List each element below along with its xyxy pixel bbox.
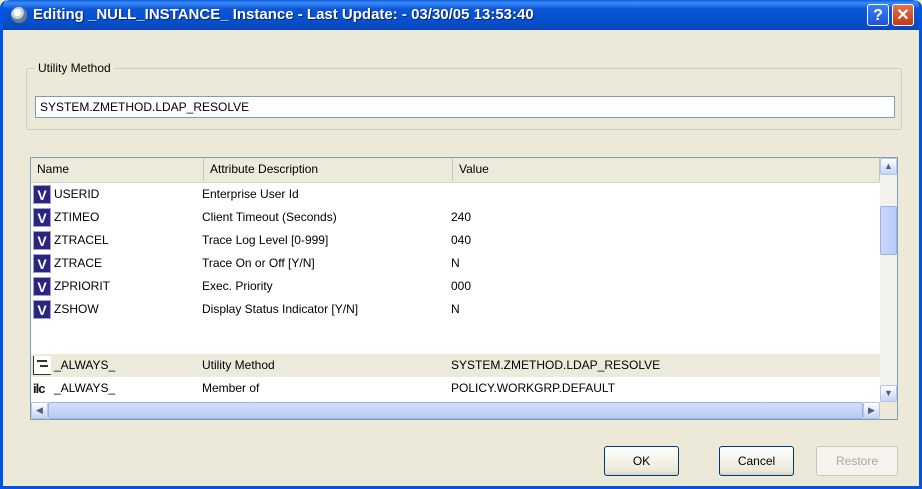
attribute-value: 240	[451, 210, 472, 224]
scrollbar-corner	[880, 402, 897, 419]
scroll-up-icon[interactable]: ▲	[880, 158, 897, 175]
utility-method-label: Utility Method	[35, 61, 114, 75]
attribute-description: Trace On or Off [Y/N]	[202, 256, 315, 270]
attribute-description: Enterprise User Id	[202, 187, 299, 201]
attribute-name: ZSHOW	[54, 302, 99, 316]
variable-icon: V	[33, 277, 51, 296]
attribute-name: ZTRACE	[54, 256, 102, 270]
table-row[interactable]: ilc _ALWAYS_ Member of POLICY.WORKGRP.DE…	[31, 377, 880, 400]
attribute-name: ZPRIORIT	[54, 279, 110, 293]
attribute-description: Member of	[202, 381, 260, 395]
list-header: Name Attribute Description Value	[31, 158, 880, 183]
attribute-value: POLICY.WORKGRP.DEFAULT	[451, 381, 616, 395]
table-row[interactable]: V ZTRACE Trace On or Off [Y/N] N	[31, 252, 880, 275]
attribute-name: USERID	[54, 187, 100, 201]
app-icon	[11, 7, 27, 23]
variable-icon: V	[33, 300, 51, 319]
edit-instance-dialog: Editing _NULL_INSTANCE_ Instance - Last …	[0, 0, 922, 489]
title-bar[interactable]: Editing _NULL_INSTANCE_ Instance - Last …	[3, 0, 919, 30]
attribute-list: Name Attribute Description Value V USERI…	[30, 157, 898, 420]
attribute-name: _ALWAYS_	[54, 358, 116, 372]
table-row[interactable]: V USERID Enterprise User Id	[31, 183, 880, 206]
column-header-description[interactable]: Attribute Description	[204, 158, 453, 181]
table-row[interactable]: V ZPRIORIT Exec. Priority 000	[31, 275, 880, 298]
attribute-description: Client Timeout (Seconds)	[202, 210, 337, 224]
vertical-scrollbar[interactable]: ▲ ▼	[880, 158, 897, 402]
utility-method-input[interactable]	[35, 96, 895, 118]
group-icon: ilc	[33, 381, 45, 396]
method-icon	[33, 356, 51, 375]
attribute-value: SYSTEM.ZMETHOD.LDAP_RESOLVE	[451, 358, 661, 372]
horizontal-scroll-thumb[interactable]	[48, 402, 863, 419]
attribute-description: Utility Method	[202, 358, 275, 372]
variable-icon: V	[33, 254, 51, 273]
variable-icon: V	[33, 185, 51, 204]
scroll-right-icon[interactable]: ▶	[863, 402, 880, 419]
attribute-value: 000	[451, 279, 472, 293]
table-row[interactable]: V ZTRACEL Trace Log Level [0-999] 040	[31, 229, 880, 252]
help-button[interactable]: ?	[867, 4, 889, 26]
attribute-value: N	[451, 302, 460, 316]
attribute-description: Exec. Priority	[202, 279, 273, 293]
scroll-down-icon[interactable]: ▼	[880, 385, 897, 402]
variable-icon: V	[33, 231, 51, 250]
variable-icon: V	[33, 208, 51, 227]
attribute-name: ZTIMEO	[54, 210, 100, 224]
column-header-name[interactable]: Name	[31, 158, 204, 181]
attribute-description: Trace Log Level [0-999]	[202, 233, 329, 247]
ok-button[interactable]: OK	[604, 446, 679, 476]
attribute-value: 040	[451, 233, 472, 247]
scroll-left-icon[interactable]: ◀	[31, 402, 48, 419]
vertical-scroll-thumb[interactable]	[880, 206, 897, 255]
restore-button[interactable]: Restore	[816, 446, 898, 476]
column-header-value[interactable]: Value	[453, 158, 880, 181]
close-button[interactable]: ✕	[892, 4, 914, 26]
cancel-button[interactable]: Cancel	[719, 446, 794, 476]
horizontal-scrollbar[interactable]: ◀ ▶	[31, 402, 880, 419]
table-row-selected[interactable]: _ALWAYS_ Utility Method SYSTEM.ZMETHOD.L…	[31, 354, 880, 377]
table-row[interactable]: V ZTIMEO Client Timeout (Seconds) 240	[31, 206, 880, 229]
attribute-value: N	[451, 256, 460, 270]
attribute-name: ZTRACEL	[54, 233, 109, 247]
window-title: Editing _NULL_INSTANCE_ Instance - Last …	[33, 6, 534, 23]
table-row[interactable]: V ZSHOW Display Status Indicator [Y/N] N	[31, 298, 880, 321]
attribute-description: Display Status Indicator [Y/N]	[202, 302, 359, 316]
attribute-name: _ALWAYS_	[54, 381, 116, 395]
